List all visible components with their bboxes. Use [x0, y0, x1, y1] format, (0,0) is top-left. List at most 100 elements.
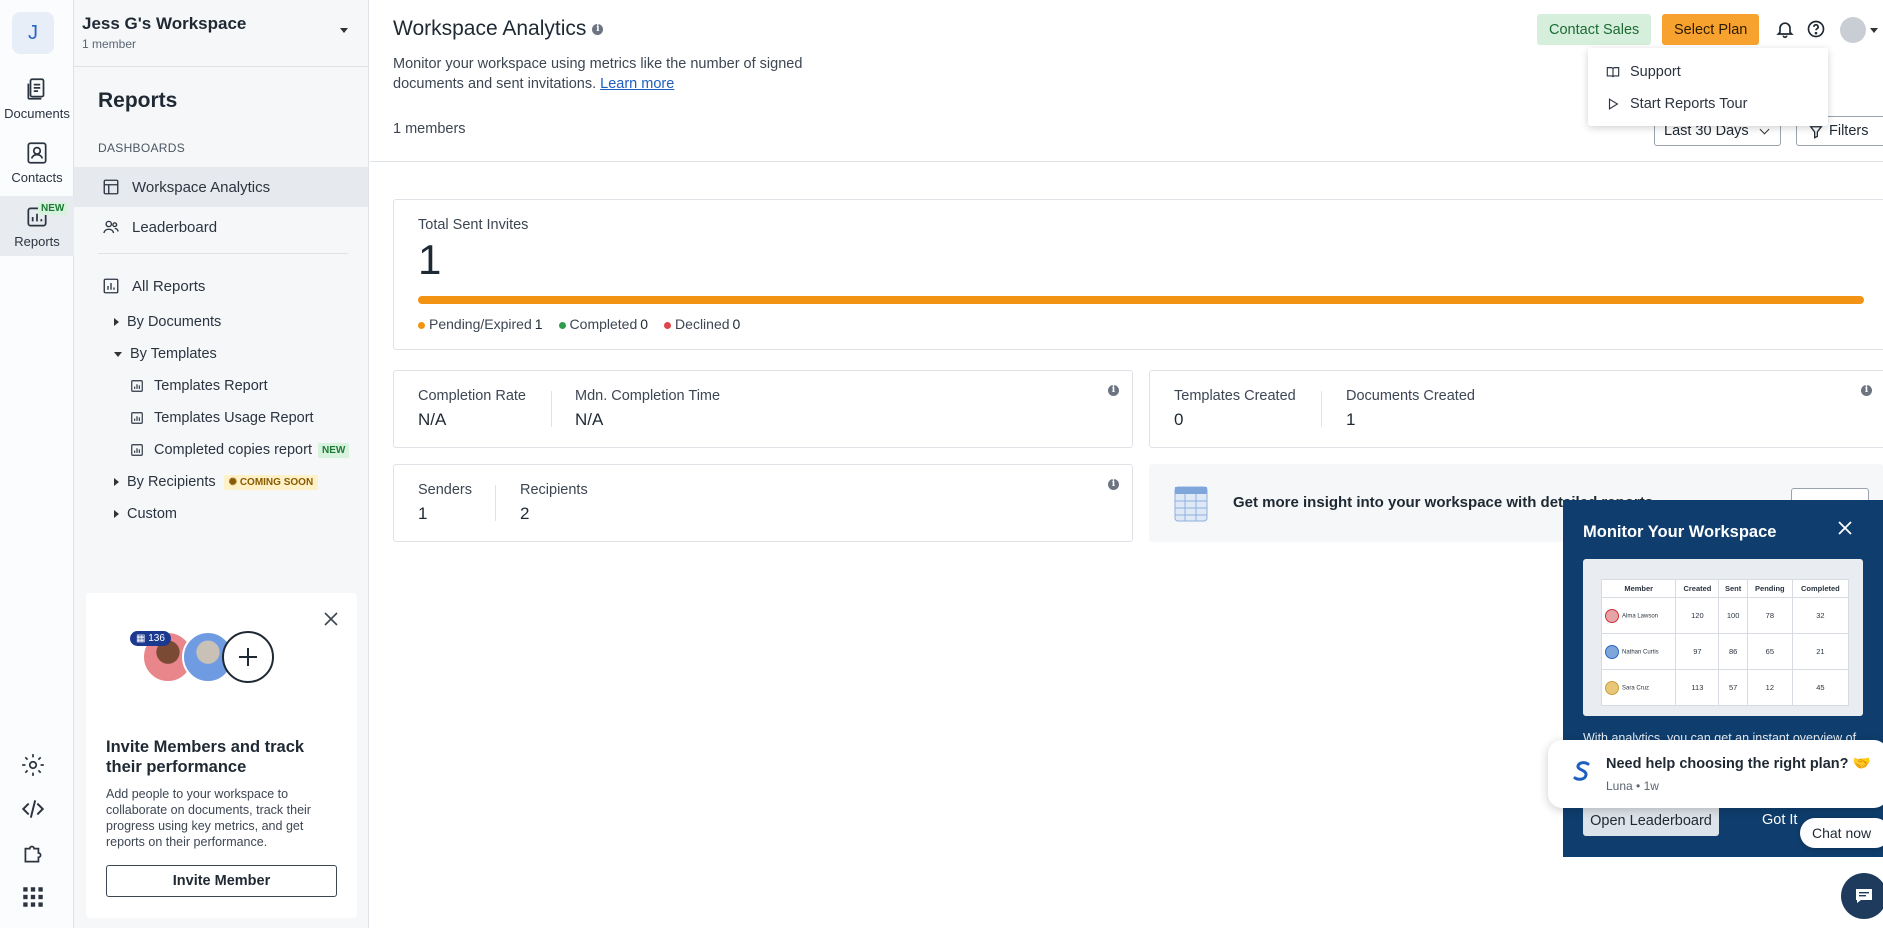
senders-label: Senders [418, 482, 473, 498]
sidebar-item-leaderboard[interactable]: Leaderboard [74, 207, 368, 247]
user-avatar-icon[interactable] [1840, 17, 1866, 43]
sent-invites-card: Total Sent Invites 1 Pending/Expired 1 Co… [393, 199, 1883, 350]
new-badge: NEW [317, 442, 350, 458]
tour-title: Monitor Your Workspace [1583, 523, 1777, 541]
caret-right-icon [114, 318, 119, 326]
play-icon [1608, 98, 1619, 110]
settings-icon[interactable] [20, 752, 46, 778]
table-cell: 21 [1791, 633, 1850, 670]
select-plan-button[interactable]: Select Plan [1662, 14, 1760, 45]
avatar [1605, 608, 1619, 623]
contact-sales-button[interactable]: Contact Sales [1537, 14, 1652, 45]
table-header-row: Member Created Sent Pending Completed [1600, 579, 1850, 598]
reports-sidebar: Jess G's Workspace 1 member Reports DASH… [74, 0, 369, 928]
chevron-down-icon [1759, 124, 1770, 135]
app-rail: J Documents Contacts NEW Reports [0, 0, 74, 928]
dashboards-section-label: DASHBOARDS [98, 141, 186, 155]
filter-icon [1809, 126, 1823, 139]
invite-card-title: Invite Members and track their performan… [106, 738, 305, 776]
tree-by-templates[interactable]: By Templates [74, 338, 368, 370]
workspace-avatar[interactable]: J [12, 12, 54, 54]
table-cell: 45 [1791, 669, 1850, 706]
workspace-members-count: 1 member [82, 37, 137, 51]
rail-label-contacts: Contacts [11, 170, 63, 185]
chat-message-bubble[interactable]: Need help choosing the right plan? 🤝 Lun… [1548, 740, 1883, 808]
sent-invites-legend: Pending/Expired 1 Completed 0 Declined 0 [418, 316, 740, 332]
chat-now-button[interactable]: Chat now [1800, 818, 1883, 848]
sidebar-item-label: Workspace Analytics [132, 178, 271, 196]
menu-item-label: Start Reports Tour [1630, 96, 1748, 112]
invite-member-button[interactable]: Invite Member [106, 865, 337, 897]
legend-dot [664, 321, 672, 329]
tree-templates-report[interactable]: Templates Report [74, 370, 368, 402]
tree-custom[interactable]: Custom [74, 498, 368, 530]
documents-created-label: Documents Created [1346, 388, 1475, 404]
report-icon [131, 412, 143, 424]
page-title-text: Workspace Analytics [393, 17, 587, 40]
add-member-icon [222, 631, 274, 683]
info-icon[interactable]: i [592, 23, 604, 35]
divider [551, 391, 552, 427]
invite-card-text: Add people to your workspace to collabor… [106, 787, 311, 849]
puzzle-icon[interactable] [20, 840, 46, 866]
table-cell: Sara Cruz [1600, 669, 1677, 706]
column-header: Completed [1791, 579, 1850, 598]
tree-completed-copies-report[interactable]: Completed copies report NEW [74, 434, 368, 466]
workspace-switcher[interactable]: Jess G's Workspace 1 member [74, 0, 368, 67]
legend-value: 1 [534, 316, 543, 332]
chat-message-meta: Luna • 1w [1606, 779, 1659, 793]
table-cell: 32 [1791, 597, 1850, 634]
info-icon[interactable]: i [1108, 479, 1119, 490]
sidebar-item-all-reports[interactable]: All Reports [74, 266, 368, 306]
learn-more-link[interactable]: Learn more [600, 76, 674, 92]
rail-item-contacts[interactable]: Contacts [0, 132, 74, 192]
senders-value: 1 [418, 504, 428, 523]
legend-pending: Pending/Expired 1 [418, 316, 543, 332]
completion-rate-label: Completion Rate [418, 388, 526, 404]
documents-created-value: 1 [1346, 410, 1356, 429]
invite-members-card: ▦ 136 Invite Members and track their per… [86, 593, 357, 918]
caret-down-icon [114, 351, 122, 357]
users-icon [103, 220, 119, 234]
progress-fill [418, 296, 1864, 304]
templates-created-value: 0 [1174, 410, 1184, 429]
legend-dot [418, 321, 425, 329]
completion-card: Completion Rate N/A Mdn. Completion Time… [393, 370, 1133, 448]
preview-table: Member Created Sent Pending Completed Al… [1600, 579, 1850, 706]
member-name: Nathan Curtis [1622, 649, 1659, 656]
open-leaderboard-button[interactable]: Open Leaderboard [1583, 805, 1719, 836]
tree-label: Completed copies report [154, 442, 312, 458]
column-header: Pending [1746, 579, 1793, 598]
help-icon[interactable] [1806, 19, 1826, 39]
sidebar-item-label: Leaderboard [132, 218, 218, 236]
menu-item-support[interactable]: Support [1588, 56, 1828, 88]
info-icon[interactable]: i [1861, 385, 1872, 396]
dashboard-icon [103, 179, 119, 195]
legend-label: Pending/Expired [429, 316, 532, 332]
sidebar-item-workspace-analytics[interactable]: Workspace Analytics [74, 167, 368, 207]
info-icon[interactable]: i [1108, 385, 1119, 396]
menu-item-label: Support [1630, 64, 1681, 80]
bell-icon[interactable] [1775, 19, 1795, 39]
divider [370, 161, 1883, 162]
chat-message-text: Need help choosing the right plan? 🤝 [1606, 756, 1871, 772]
menu-item-start-tour[interactable]: Start Reports Tour [1588, 88, 1828, 120]
rail-item-reports[interactable]: NEW Reports [0, 196, 74, 256]
close-icon[interactable] [1836, 519, 1854, 537]
sent-invites-progress [418, 296, 1864, 304]
apps-grid-icon[interactable] [20, 884, 46, 910]
code-icon[interactable] [20, 796, 46, 822]
tree-by-recipients[interactable]: By Recipients ✺ COMING SOON [74, 466, 368, 498]
rail-item-documents[interactable]: Documents [0, 68, 74, 128]
legend-dot [558, 321, 566, 329]
sidebar-title: Reports [98, 89, 178, 112]
legend-declined: Declined 0 [664, 316, 740, 332]
chat-launcher-button[interactable] [1841, 873, 1883, 919]
divider [1321, 391, 1322, 427]
got-it-button[interactable]: Got It [1762, 812, 1797, 828]
table-row: Sara Cruz 113 57 12 45 [1600, 669, 1850, 706]
tree-by-documents[interactable]: By Documents [74, 306, 368, 338]
tree-templates-usage-report[interactable]: Templates Usage Report [74, 402, 368, 434]
templates-created-label: Templates Created [1174, 388, 1296, 404]
close-icon[interactable] [323, 611, 339, 627]
